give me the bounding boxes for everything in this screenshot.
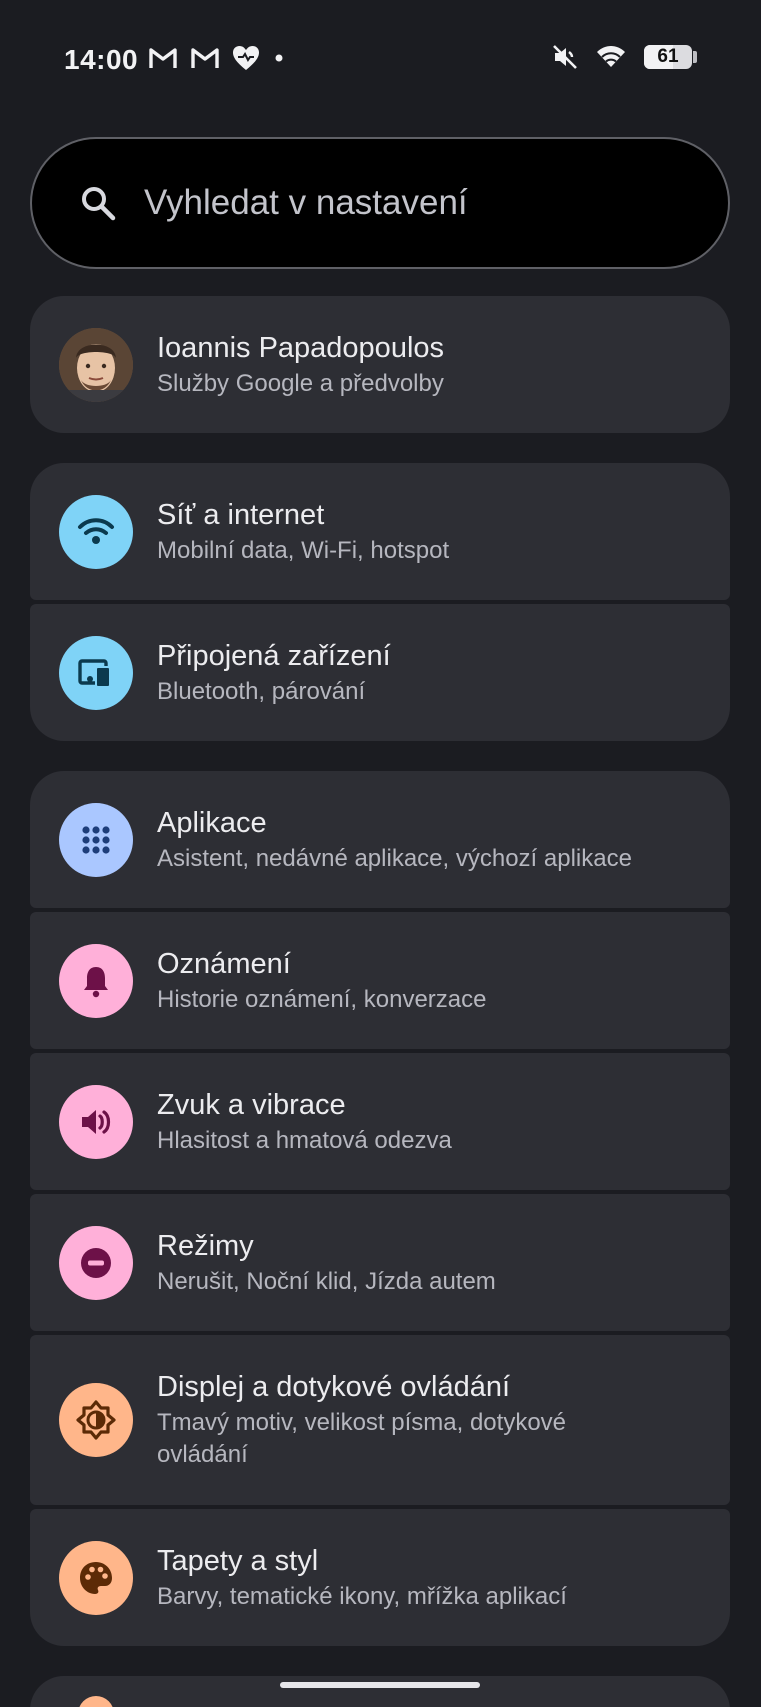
home-indicator[interactable]: [280, 1682, 480, 1688]
account-card[interactable]: Ioannis Papadopoulos Služby Google a pře…: [30, 296, 730, 433]
settings-item-network[interactable]: Síť a internet Mobilní data, Wi-Fi, hots…: [30, 463, 730, 600]
volume-icon: [59, 1084, 133, 1159]
next-settings-card-peek[interactable]: [30, 1676, 730, 1707]
status-bar: 14:00 61: [0, 0, 761, 125]
connected-devices-icon: [59, 635, 133, 710]
settings-item-title: Tapety a styl: [157, 1544, 319, 1577]
health-heart-icon: [232, 45, 260, 71]
settings-item-title: Síť a internet: [157, 498, 325, 531]
settings-item-apps[interactable]: Aplikace Asistent, nedávné aplikace, výc…: [30, 771, 730, 908]
search-icon: [78, 183, 118, 223]
settings-item-subtitle: Mobilní data, Wi-Fi, hotspot: [157, 536, 450, 564]
account-card-group: Ioannis Papadopoulos Služby Google a pře…: [30, 296, 730, 433]
settings-item-modes[interactable]: Režimy Nerušit, Noční klid, Jízda autem: [30, 1194, 730, 1331]
settings-item-subtitle: Historie oznámení, konverzace: [157, 985, 487, 1013]
settings-item-title: Displej a dotykové ovládání: [157, 1371, 511, 1403]
system-icons: 61: [552, 44, 697, 70]
search-placeholder: Vyhledat v nastavení: [144, 183, 468, 222]
settings-item-subtitle: Hlasitost a hmatová odezva: [157, 1126, 452, 1154]
mute-icon: [552, 44, 578, 70]
palette-icon: [59, 1540, 133, 1615]
status-time: 14:00: [64, 44, 139, 75]
avatar: [59, 327, 133, 402]
settings-item-subtitle: Tmavý motiv, velikost písma, dotykové ov…: [157, 1409, 567, 1468]
battery-icon: 61: [644, 45, 697, 69]
settings-item-subtitle: Nerušit, Noční klid, Jízda autem: [157, 1267, 496, 1295]
settings-group-connectivity: Síť a internet Mobilní data, Wi-Fi, hots…: [30, 463, 730, 741]
partial-icon: [78, 1696, 114, 1707]
gmail-icon: [190, 46, 220, 70]
notification-icons: [148, 45, 286, 71]
settings-group-main: Aplikace Asistent, nedávné aplikace, výc…: [30, 771, 730, 1646]
settings-item-wallpaper[interactable]: Tapety a styl Barvy, tematické ikony, mř…: [30, 1509, 730, 1646]
account-subtitle: Služby Google a předvolby: [157, 369, 444, 397]
gmail-icon: [148, 46, 178, 70]
settings-item-title: Zvuk a vibrace: [157, 1088, 346, 1121]
battery-level: 61: [657, 46, 679, 67]
wifi-icon: [596, 45, 626, 69]
wifi-icon: [59, 494, 133, 569]
settings-item-title: Připojená zařízení: [157, 639, 391, 672]
settings-item-sound[interactable]: Zvuk a vibrace Hlasitost a hmatová odezv…: [30, 1053, 730, 1190]
account-name: Ioannis Papadopoulos: [157, 331, 445, 364]
search-input[interactable]: Vyhledat v nastavení: [30, 137, 730, 269]
bell-icon: [59, 943, 133, 1018]
dot-icon: [272, 51, 286, 65]
settings-item-subtitle: Barvy, tematické ikony, mřížka aplikací: [157, 1582, 567, 1610]
brightness-icon: [59, 1383, 133, 1457]
settings-item-connected-devices[interactable]: Připojená zařízení Bluetooth, párování: [30, 604, 730, 741]
settings-item-subtitle: Bluetooth, párování: [157, 677, 366, 705]
apps-grid-icon: [59, 802, 133, 877]
settings-item-notifications[interactable]: Oznámení Historie oznámení, konverzace: [30, 912, 730, 1049]
settings-item-display[interactable]: Displej a dotykové ovládání Tmavý motiv,…: [30, 1335, 730, 1505]
settings-item-title: Režimy: [157, 1229, 254, 1262]
settings-item-subtitle: Asistent, nedávné aplikace, výchozí apli…: [157, 844, 632, 872]
do-not-disturb-icon: [59, 1225, 133, 1300]
settings-item-title: Aplikace: [157, 806, 267, 839]
settings-item-title: Oznámení: [157, 947, 291, 980]
